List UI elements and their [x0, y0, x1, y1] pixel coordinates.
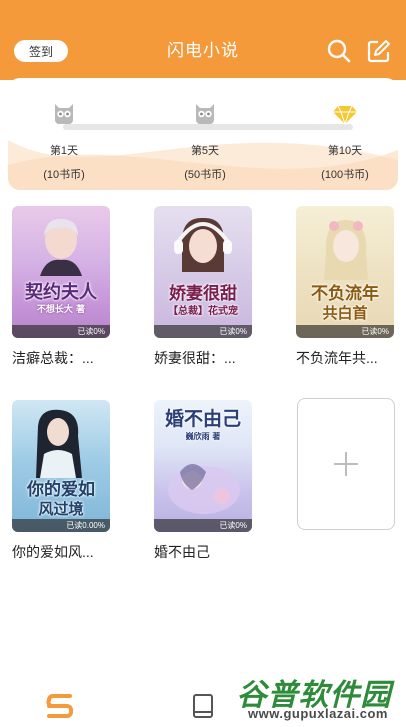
cover-author: 不想长大 著: [36, 305, 86, 315]
cover-title: 契约夫人: [25, 282, 97, 303]
add-book-button[interactable]: [297, 398, 395, 530]
book-title[interactable]: 娇妻很甜：...: [154, 348, 254, 368]
milestone-day5[interactable]: 第5天 (50书币): [165, 98, 245, 182]
owl-icon: [55, 104, 73, 124]
milestone-reward-label: (10书币): [43, 169, 85, 181]
search-icon[interactable]: [326, 38, 352, 64]
milestone-day-label: 第1天: [49, 145, 79, 157]
read-progress-badge: 已读0.00%: [12, 519, 110, 532]
book-title[interactable]: 你的爱如风...: [12, 542, 112, 562]
cover-subtitle: 【总裁】花式宠: [168, 306, 238, 317]
edit-icon[interactable]: [366, 38, 392, 64]
cover-figure: [174, 217, 232, 272]
read-progress-badge: 已读0%: [12, 325, 110, 338]
cover-subtitle: 共白首: [322, 304, 368, 322]
read-progress-badge: 已读0%: [296, 325, 394, 338]
cover-subtitle: 风过境: [38, 500, 84, 518]
book-item[interactable]: 婚不由己 巍欣雨 著 已读0% 婚不由己: [154, 400, 254, 562]
milestone-day-label: 第5天: [190, 145, 220, 157]
cover-figure: [36, 409, 82, 478]
cover-title: 你的爱如: [27, 480, 95, 500]
book-title[interactable]: 婚不由己: [154, 542, 254, 562]
cover-author: 巍欣雨 著: [185, 431, 221, 441]
milestone-day1[interactable]: 第1天 (10书币): [24, 98, 104, 182]
milestone-day10[interactable]: 第10天 (100书币): [305, 98, 385, 182]
plus-icon: [334, 452, 358, 476]
book-item[interactable]: 娇妻很甜 【总裁】花式宠 已读0% 娇妻很甜：...: [154, 206, 254, 368]
cover-title: 娇妻很甜: [169, 284, 237, 304]
cover-title: 不负流年: [311, 284, 379, 304]
book-title[interactable]: 不负流年共...: [296, 348, 396, 368]
cover-figure: [168, 464, 240, 514]
milestone-day-label: 第10天: [327, 145, 363, 157]
book-cover[interactable]: 你的爱如 风过境 已读0.00%: [12, 400, 110, 532]
book-cover[interactable]: 娇妻很甜 【总裁】花式宠 已读0%: [154, 206, 252, 338]
read-progress-badge: 已读0%: [154, 325, 252, 338]
milestone-reward-label: (100书币): [321, 169, 369, 181]
cover-title: 婚不由己: [164, 408, 241, 430]
cover-figure: [324, 220, 368, 280]
book-cover[interactable]: 契约夫人 不想长大 著 已读0%: [12, 206, 110, 338]
bookshelf-icon[interactable]: [46, 694, 74, 720]
book-item[interactable]: 不负流年 共白首 已读0% 不负流年共...: [296, 206, 396, 368]
book-item[interactable]: 契约夫人 不想长大 著 已读0% 洁癖总裁：...: [12, 206, 112, 368]
app-header: 签到 闪电小说: [0, 0, 406, 80]
book-title[interactable]: 洁癖总裁：...: [12, 348, 112, 368]
book-cover[interactable]: 不负流年 共白首 已读0%: [296, 206, 394, 338]
book-item[interactable]: 你的爱如 风过境 已读0.00% 你的爱如风...: [12, 400, 112, 562]
milestone-reward-label: (50书币): [184, 169, 226, 181]
checkin-rewards-card: 第1天 (10书币) 第5天 (50书币) 第10天 (100书币): [8, 78, 398, 190]
cover-figure: [40, 218, 82, 276]
read-progress-badge: 已读0%: [154, 519, 252, 532]
diamond-icon: [333, 105, 357, 126]
owl-icon: [196, 104, 214, 124]
book-cover[interactable]: 婚不由己 巍欣雨 著 已读0%: [154, 400, 252, 532]
watermark-url: www.gupuxlazai.com: [248, 706, 388, 721]
book-icon[interactable]: [190, 693, 216, 719]
